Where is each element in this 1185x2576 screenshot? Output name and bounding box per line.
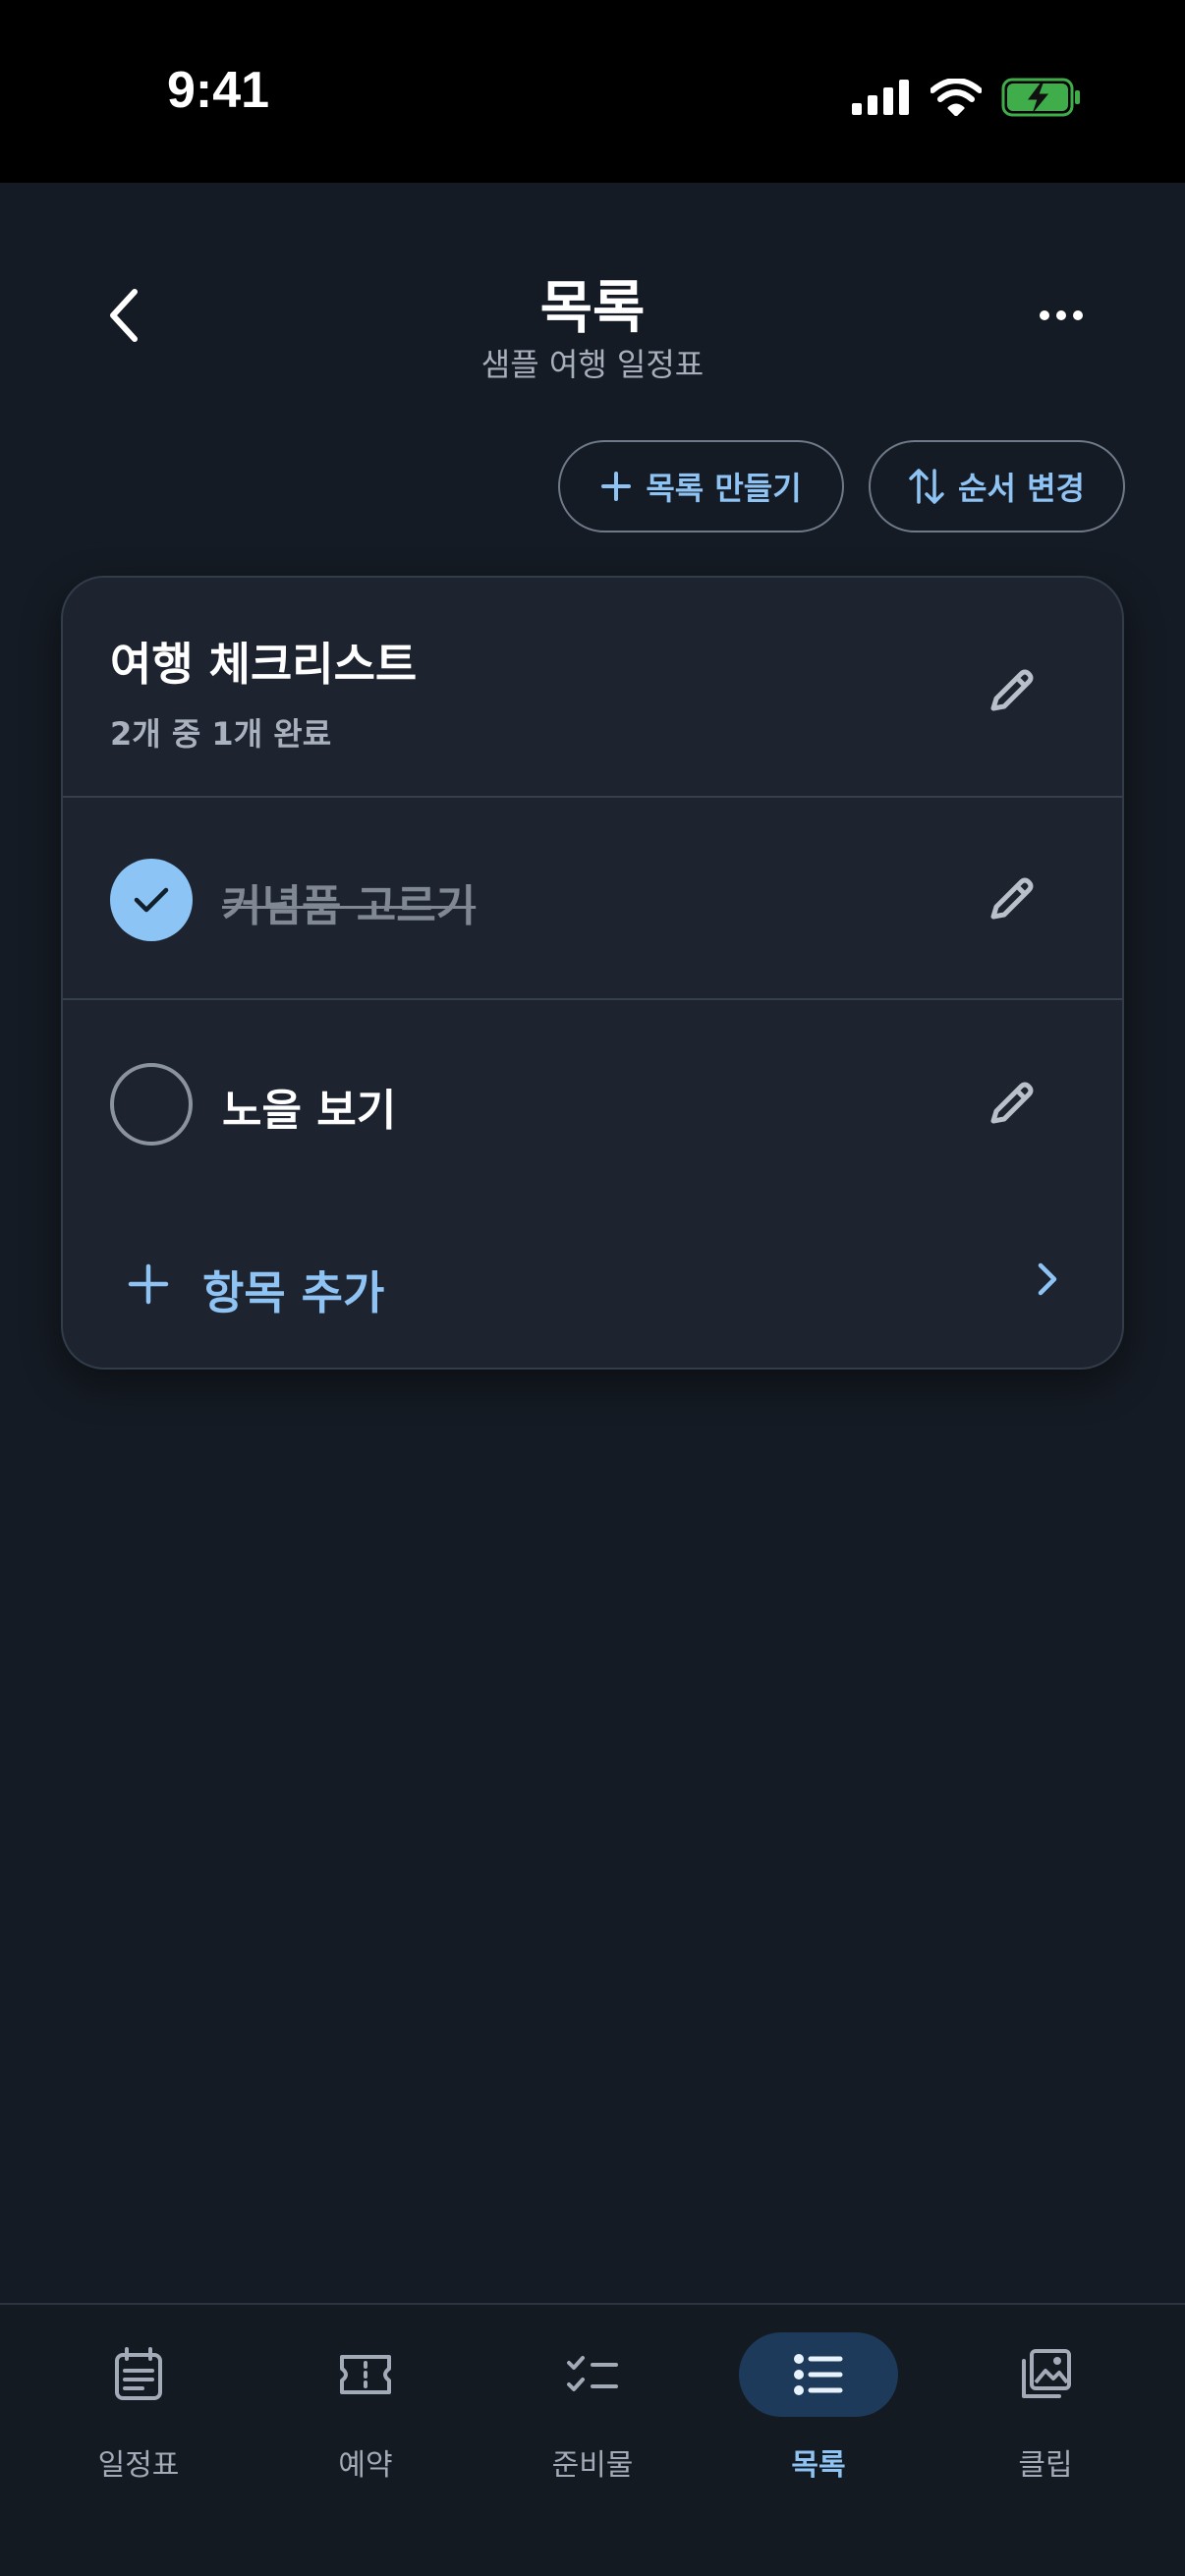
status-icons <box>852 73 1082 122</box>
wifi-icon <box>931 79 982 116</box>
list-header: 여행 체크리스트 2개 중 1개 완료 <box>63 578 1122 798</box>
create-list-label: 목록 만들기 <box>646 470 802 507</box>
nav-label: 예약 <box>338 2448 393 2483</box>
more-button[interactable] <box>1022 291 1100 340</box>
checkbox-unchecked[interactable] <box>110 1063 193 1146</box>
gallery-icon <box>966 2332 1125 2417</box>
nav-label: 준비물 <box>551 2448 634 2483</box>
checkbox-checked[interactable] <box>110 859 193 941</box>
nav-item-list[interactable]: 목록 <box>720 2332 917 2529</box>
reorder-button[interactable]: 순서 변경 <box>869 440 1125 532</box>
nav-item-clip[interactable]: 클립 <box>947 2332 1144 2529</box>
status-time: 9:41 <box>167 62 270 119</box>
pencil-icon <box>990 1082 1034 1124</box>
nav-label: 목록 <box>791 2448 846 2483</box>
bottom-nav: 일정표 예약 준비물 목록 클립 <box>0 2303 1185 2576</box>
nav-item-packing[interactable]: 준비물 <box>494 2332 691 2529</box>
edit-list-button[interactable] <box>977 656 1045 725</box>
plus-icon <box>114 1250 183 1318</box>
plus-icon <box>601 472 632 501</box>
check-icon <box>134 887 169 913</box>
list-item-label: 노을 보기 <box>222 1086 397 1136</box>
schedule-icon <box>59 2332 218 2417</box>
nav-label: 일정표 <box>97 2448 180 2483</box>
list-icon <box>739 2332 898 2417</box>
pencil-icon <box>990 877 1034 920</box>
pencil-icon <box>990 669 1034 711</box>
edit-item-button[interactable] <box>977 865 1045 933</box>
list-progress: 2개 중 1개 완료 <box>110 715 332 753</box>
add-item-label: 항목 추가 <box>202 1266 385 1319</box>
battery-icon <box>1001 78 1080 117</box>
sort-arrows-icon <box>909 469 944 504</box>
checklist-card: 여행 체크리스트 2개 중 1개 완료 커념품 고르기 노을 보기 항목 추가 <box>61 576 1124 1370</box>
more-icon <box>1040 310 1083 320</box>
add-item-button[interactable]: 항목 추가 <box>63 1204 1122 1362</box>
status-bar: 9:41 <box>0 0 1185 183</box>
reorder-label: 순서 변경 <box>958 470 1085 507</box>
nav-item-reservation[interactable]: 예약 <box>267 2332 464 2529</box>
nav-label: 클립 <box>1018 2448 1073 2483</box>
checklist-icon <box>513 2332 672 2417</box>
header: 목록 샘플 여행 일정표 <box>0 183 1185 409</box>
list-title: 여행 체크리스트 <box>110 638 418 691</box>
page-subtitle: 샘플 여행 일정표 <box>480 346 705 383</box>
list-item-label: 커념품 고르기 <box>222 881 477 931</box>
nav-item-schedule[interactable]: 일정표 <box>40 2332 237 2529</box>
signal-icon <box>852 80 909 115</box>
page-title: 목록 <box>539 274 646 341</box>
list-item: 커념품 고르기 <box>63 798 1122 1000</box>
chevron-right-icon <box>1018 1250 1077 1309</box>
list-item: 노을 보기 <box>63 1002 1122 1204</box>
edit-item-button[interactable] <box>977 1069 1045 1138</box>
create-list-button[interactable]: 목록 만들기 <box>558 440 844 532</box>
ticket-icon <box>286 2332 445 2417</box>
